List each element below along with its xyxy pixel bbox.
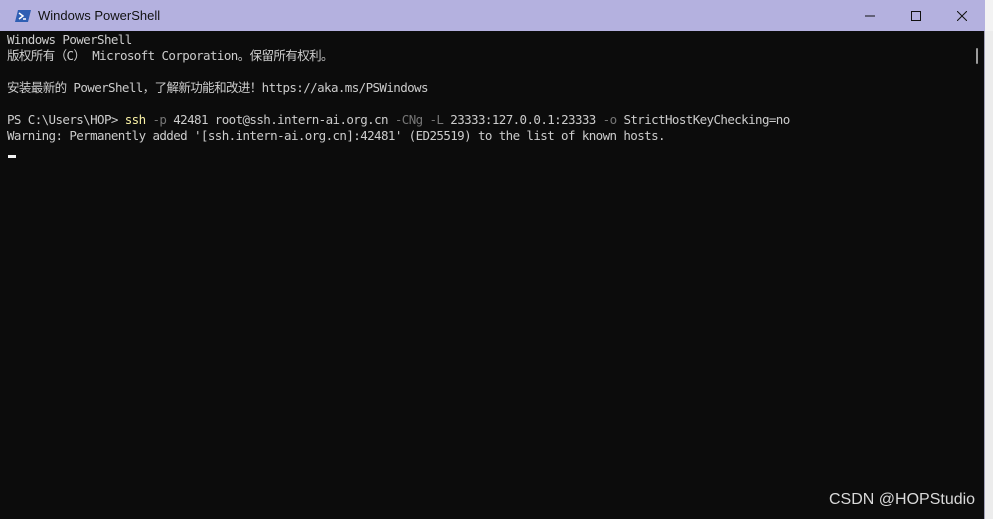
command-forward: 23333:127.0.0.1:23333 [443, 112, 596, 127]
vertical-scrollbar[interactable] [970, 31, 984, 519]
window-title: Windows PowerShell [38, 8, 161, 23]
scrollbar-thumb[interactable] [976, 48, 978, 64]
powershell-window: Windows PowerShell Windows PowerShell 版权… [0, 0, 985, 519]
text-cursor [8, 155, 16, 158]
flag-o: -o [595, 112, 617, 127]
close-button[interactable] [939, 0, 985, 31]
maximize-icon [911, 10, 921, 21]
flag-cng: -CNg [387, 112, 423, 127]
command-line: PS C:\Users\HOP> ssh -p 42481 root@ssh.i… [7, 112, 790, 128]
close-icon [957, 10, 967, 21]
title-bar[interactable]: Windows PowerShell [0, 0, 985, 31]
maximize-button[interactable] [893, 0, 939, 31]
warning-line: Warning: Permanently added '[ssh.intern-… [7, 128, 666, 143]
console-header-line: Windows PowerShell [7, 32, 132, 47]
minimize-button[interactable] [847, 0, 893, 31]
copyright-line: 版权所有（C） Microsoft Corporation。保留所有权利。 [7, 48, 333, 63]
watermark: CSDN @HOPStudio [829, 491, 976, 508]
minimize-icon [865, 15, 875, 16]
command-option: StrictHostKeyChecking=no [616, 112, 790, 127]
flag-p: -p [145, 112, 167, 127]
install-hint-line: 安装最新的 PowerShell，了解新功能和改进！https://aka.ms… [7, 80, 429, 95]
command-port-host: 42481 root@ssh.intern-ai.org.cn [166, 112, 388, 127]
flag-l: -L [422, 112, 444, 127]
console-output[interactable]: Windows PowerShell 版权所有（C） Microsoft Cor… [0, 31, 970, 519]
prompt-prefix: PS C:\Users\HOP> [7, 112, 125, 127]
command-name: ssh [124, 112, 146, 127]
background-window-edge [985, 31, 993, 519]
powershell-icon [15, 8, 31, 24]
